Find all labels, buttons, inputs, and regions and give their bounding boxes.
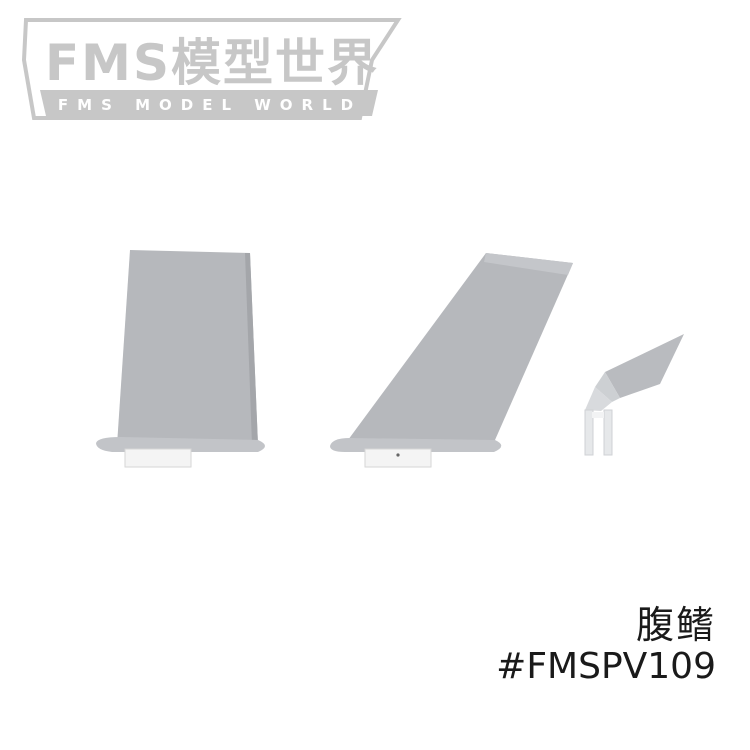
mount-clip-middle	[364, 448, 432, 468]
product-name: 腹鳍	[635, 603, 716, 647]
ventral-fin-swept	[330, 253, 573, 468]
ventral-fin-left	[96, 250, 265, 468]
mount-clip-left	[124, 448, 192, 468]
product-code: #FMSPV109	[496, 646, 716, 687]
fin-bracket	[584, 334, 684, 456]
